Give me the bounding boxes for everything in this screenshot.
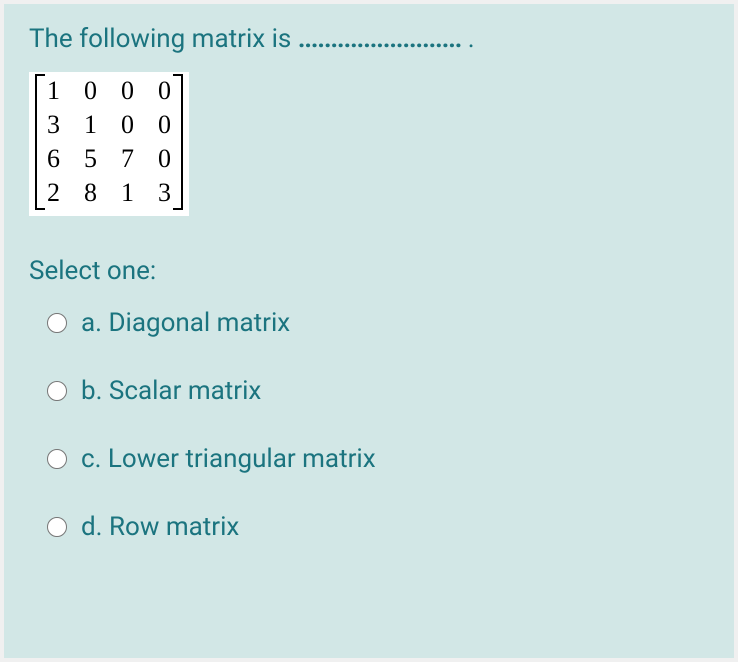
option-radio-a[interactable] [47,313,67,333]
matrix-cell: 0 [146,74,183,108]
option-label-c[interactable]: c. Lower triangular matrix [81,444,376,474]
matrix-box: 1 0 0 0 3 1 0 0 6 5 7 0 2 [29,72,189,216]
matrix-cell: 5 [72,142,109,176]
option-text: Lower triangular matrix [108,444,376,474]
select-one-label: Select one: [29,256,709,286]
option-label-a[interactable]: a. Diagonal matrix [81,308,290,338]
question-suffix: . [461,24,474,54]
matrix-cell: 0 [72,74,109,108]
matrix-cell: 3 [146,176,183,210]
matrix-cell: 8 [72,176,109,210]
matrix-row: 2 8 1 3 [35,176,183,210]
option-label-b[interactable]: b. Scalar matrix [81,376,261,406]
matrix-cell: 0 [146,142,183,176]
matrix-row: 6 5 7 0 [35,142,183,176]
matrix-wrapper: 1 0 0 0 3 1 0 0 6 5 7 0 2 [35,74,183,210]
option-label-d[interactable]: d. Row matrix [81,512,239,542]
option-row: b. Scalar matrix [47,376,709,406]
option-radio-b[interactable] [47,381,67,401]
option-text: Row matrix [109,512,239,542]
matrix-cell: 2 [35,176,72,210]
matrix-row: 3 1 0 0 [35,108,183,142]
option-row: c. Lower triangular matrix [47,444,709,474]
matrix-cell: 0 [109,74,146,108]
option-letter: d. [81,512,103,542]
matrix-cell: 0 [146,108,183,142]
option-text: Diagonal matrix [108,308,290,338]
question-prefix: The following matrix is [29,24,298,54]
question-card: The following matrix is ................… [4,4,734,658]
option-text: Scalar matrix [109,376,261,406]
option-letter: a. [81,308,102,338]
option-radio-c[interactable] [47,449,67,469]
option-letter: b. [81,376,102,406]
matrix-cell: 0 [109,108,146,142]
option-row: a. Diagonal matrix [47,308,709,338]
option-letter: c. [81,444,101,474]
matrix-cell: 6 [35,142,72,176]
question-text: The following matrix is ................… [29,24,709,54]
matrix-cell: 1 [72,108,109,142]
matrix-row: 1 0 0 0 [35,74,183,108]
matrix-table: 1 0 0 0 3 1 0 0 6 5 7 0 2 [35,74,183,210]
blank-dots: ......................... [298,24,462,54]
matrix-cell: 7 [109,142,146,176]
matrix-cell: 1 [109,176,146,210]
matrix-cell: 3 [35,108,72,142]
options-list: a. Diagonal matrix b. Scalar matrix c. L… [29,308,709,542]
option-radio-d[interactable] [47,517,67,537]
option-row: d. Row matrix [47,512,709,542]
matrix-cell: 1 [35,74,72,108]
